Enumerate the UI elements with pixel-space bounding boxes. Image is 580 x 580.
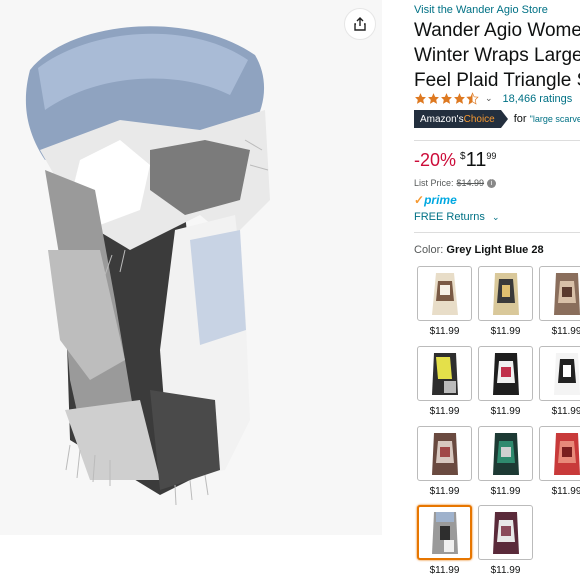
store-link[interactable]: Visit the Wander Agio Store xyxy=(414,4,548,16)
swatch-price: $11.99 xyxy=(551,326,580,337)
choice-query-link[interactable]: "large scarves xyxy=(530,114,580,124)
swatch-thumbnail xyxy=(478,346,533,401)
swatch-thumbnail xyxy=(417,266,472,321)
color-swatch[interactable]: $11.99 xyxy=(478,426,533,497)
list-price-label: List Price: xyxy=(414,178,454,188)
free-returns-label: FREE Returns xyxy=(414,211,485,223)
star-icon xyxy=(454,93,465,104)
share-button[interactable] xyxy=(344,8,376,40)
swatch-price: $11.99 xyxy=(490,406,521,417)
color-label-text: Color: xyxy=(414,244,444,256)
color-swatch[interactable]: $11.99 xyxy=(539,266,580,337)
price-whole: 11 xyxy=(465,149,487,171)
star-icon xyxy=(441,93,452,104)
swatch-price: $11.99 xyxy=(429,406,460,417)
chevron-down-icon: ⌄ xyxy=(491,212,500,222)
color-swatch[interactable]: $11.99 xyxy=(417,266,472,337)
amazons-choice-badge: Amazon's Choice xyxy=(414,110,501,128)
swatch-price: $11.99 xyxy=(429,326,460,337)
selected-color: Grey Light Blue 28 xyxy=(446,244,544,256)
product-info: Visit the Wander Agio Store Wander Agio … xyxy=(414,0,580,580)
choice-for-text: for "large scarves xyxy=(514,113,580,125)
swatch-thumbnail xyxy=(539,426,580,481)
product-title: Wander Agio Women Winter Wraps Large Fee… xyxy=(414,18,580,93)
amazons-choice-row: Amazon's Choice for "large scarves xyxy=(414,110,580,128)
product-image[interactable] xyxy=(0,0,382,535)
list-price: List Price: $14.99 i xyxy=(414,178,497,188)
price-fraction: 99 xyxy=(486,151,497,161)
swatch-thumbnail xyxy=(478,426,533,481)
prime-logo: prime xyxy=(424,193,457,207)
color-label: Color: Grey Light Blue 28 xyxy=(414,244,544,256)
color-swatch[interactable]: $11.99 xyxy=(539,346,580,417)
swatch-thumbnail xyxy=(417,505,472,560)
color-swatch[interactable]: $11.99 xyxy=(417,346,472,417)
swatch-thumbnail xyxy=(417,426,472,481)
share-icon xyxy=(354,17,366,31)
info-icon[interactable]: i xyxy=(487,178,497,188)
color-swatch[interactable]: $11.99 xyxy=(539,426,580,497)
price-row: -20% $ 11 99 xyxy=(414,148,496,172)
ratings-count-link[interactable]: 18,466 ratings xyxy=(503,93,573,105)
swatch-thumbnail xyxy=(539,266,580,321)
badge-suffix: Choice xyxy=(463,113,495,125)
free-returns-link[interactable]: FREE Returns ⌄ xyxy=(414,211,500,223)
star-rating[interactable] xyxy=(414,92,479,105)
swatch-price: $11.99 xyxy=(429,565,460,576)
title-line: Feel Plaid Triangle S xyxy=(414,70,580,91)
swatch-price: $11.99 xyxy=(429,486,460,497)
prime-badge: ✓ prime xyxy=(414,193,457,207)
swatch-price: $11.99 xyxy=(551,406,580,417)
title-line: Winter Wraps Large xyxy=(414,45,580,66)
divider xyxy=(414,140,580,141)
color-swatch[interactable]: $11.99 xyxy=(478,266,533,337)
color-swatch[interactable]: $11.99 xyxy=(417,426,472,497)
swatch-price: $11.99 xyxy=(490,565,521,576)
color-swatch[interactable]: $11.99 xyxy=(478,346,533,417)
swatch-thumbnail xyxy=(417,346,472,401)
color-swatch[interactable]: $11.99 xyxy=(478,505,533,576)
for-label: for xyxy=(513,113,527,125)
star-icon xyxy=(415,93,426,104)
star-icon xyxy=(428,93,439,104)
prime-check-icon: ✓ xyxy=(414,193,425,207)
half-star-icon xyxy=(466,92,479,105)
swatch-price: $11.99 xyxy=(490,326,521,337)
swatch-thumbnail xyxy=(478,266,533,321)
badge-tail xyxy=(500,110,508,128)
swatch-price: $11.99 xyxy=(490,486,521,497)
swatch-price: $11.99 xyxy=(551,486,580,497)
discount-percent: -20% xyxy=(414,150,457,170)
chevron-down-icon[interactable]: ⌄ xyxy=(485,93,493,104)
title-line: Wander Agio Women xyxy=(414,20,580,41)
color-swatch-selected[interactable]: $11.99 xyxy=(417,505,472,576)
divider xyxy=(414,232,580,233)
product-image-panel[interactable] xyxy=(0,0,382,535)
swatch-thumbnail xyxy=(478,505,533,560)
badge-prefix: Amazon's xyxy=(420,113,464,125)
rating-row: ⌄ 18,466 ratings xyxy=(414,92,572,105)
swatch-thumbnail xyxy=(539,346,580,401)
list-price-value: $14.99 xyxy=(456,178,485,188)
